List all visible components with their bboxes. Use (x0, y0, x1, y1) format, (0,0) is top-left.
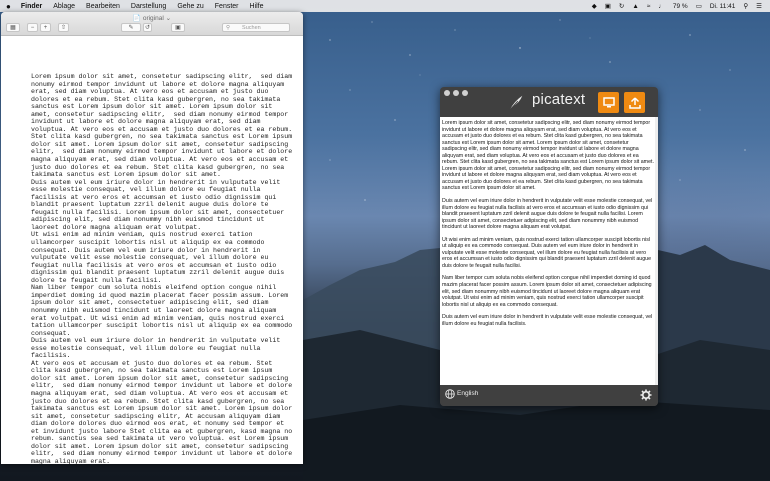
notification-center-icon[interactable]: ☰ (756, 2, 762, 10)
search-icon[interactable]: ⚲ (743, 2, 748, 10)
editor-titlebar: 📄 original ⌄ ▦ − + ⇧ ✎ ↺ ▣ ⚲ Suchen (1, 12, 303, 36)
volume-icon[interactable]: ♩ (658, 3, 665, 10)
timemachine-icon[interactable]: ↻ (619, 2, 624, 10)
recognized-text-pane[interactable]: Lorem ipsum dolor sit amet, consetetur s… (440, 117, 658, 385)
share-button[interactable]: ⇧ (58, 23, 69, 32)
upload-icon (628, 96, 641, 109)
recognized-paragraph: Duis autem vel eum iriure dolor in hendr… (442, 198, 653, 231)
search-field-icon: ⚲ (226, 24, 231, 31)
recognized-paragraph: Ut wisi enim ad minim veniam, quis nostr… (442, 236, 652, 269)
dropbox-icon[interactable]: ◆ (592, 2, 597, 10)
menu-hilfe[interactable]: Hilfe (250, 3, 264, 10)
picatext-window: picatext Lorem ipsum dolor sit amet, con… (440, 87, 658, 406)
menu-finder[interactable]: Finder (21, 3, 42, 10)
search-input[interactable]: ⚲ Suchen (222, 23, 290, 32)
minimize-button[interactable] (453, 90, 459, 96)
screen-capture-button[interactable] (598, 92, 619, 113)
rotate-button[interactable]: ↺ (143, 23, 152, 32)
document-text[interactable]: Lorem ipsum dolor sit amet, consetetur s… (31, 73, 293, 464)
sidebar-toggle-button[interactable]: ▦ (6, 23, 20, 32)
recognized-paragraph: Lorem ipsum dolor sit amet, consetetur s… (442, 120, 654, 192)
editor-title: 📄 original ⌄ (132, 15, 172, 22)
zoom-out-button[interactable]: − (27, 23, 38, 32)
language-selector[interactable]: English (457, 390, 478, 397)
markup-button[interactable]: ✎ (121, 23, 141, 32)
status-menus: ◆ ▣ ↻ ▲ ≈ ♩ 79 % ▭ Di. 11:41 ⚲ ☰ (584, 0, 762, 12)
recognized-paragraph: Duis autem vel eum iriure dolor in hendr… (442, 314, 653, 327)
apple-menu-icon[interactable]: ● (6, 2, 11, 11)
recognized-paragraph: Nam liber tempor cum soluta nobis eleife… (442, 275, 652, 308)
search-placeholder: Suchen (242, 24, 261, 31)
upload-button[interactable] (624, 92, 645, 113)
close-button[interactable] (444, 90, 450, 96)
battery-label[interactable]: 79 % (673, 3, 688, 10)
menu-ablage[interactable]: Ablage (53, 3, 75, 10)
monitor-icon (602, 97, 615, 108)
globe-icon[interactable] (445, 389, 455, 399)
menu-darstellung[interactable]: Darstellung (131, 3, 166, 10)
menu-fenster[interactable]: Fenster (215, 3, 239, 10)
text-editor-window: 📄 original ⌄ ▦ − + ⇧ ✎ ↺ ▣ ⚲ Suchen Lore… (1, 12, 303, 464)
camera-icon[interactable]: ▣ (605, 2, 611, 10)
toolbox-button[interactable]: ▣ (171, 23, 185, 32)
bluetooth-icon[interactable]: ▲ (632, 3, 638, 10)
menu-bearbeiten[interactable]: Bearbeiten (86, 3, 120, 10)
menu-gehe-zu[interactable]: Gehe zu (177, 3, 203, 10)
window-controls (444, 90, 471, 96)
zoom-in-button[interactable]: + (40, 23, 51, 32)
picatext-footer: English (440, 385, 658, 406)
app-name: picatext (532, 91, 586, 108)
gear-icon[interactable] (640, 389, 652, 401)
zoom-button[interactable] (462, 90, 468, 96)
wifi-icon[interactable]: ≈ (647, 3, 651, 10)
feather-logo-icon (509, 95, 523, 111)
menu-bar: ● Finder Ablage Bearbeiten Darstellung G… (0, 0, 770, 12)
clock-label[interactable]: Di. 11:41 (710, 3, 736, 10)
battery-icon[interactable]: ▭ (696, 2, 702, 10)
scrollbar[interactable] (655, 117, 658, 385)
